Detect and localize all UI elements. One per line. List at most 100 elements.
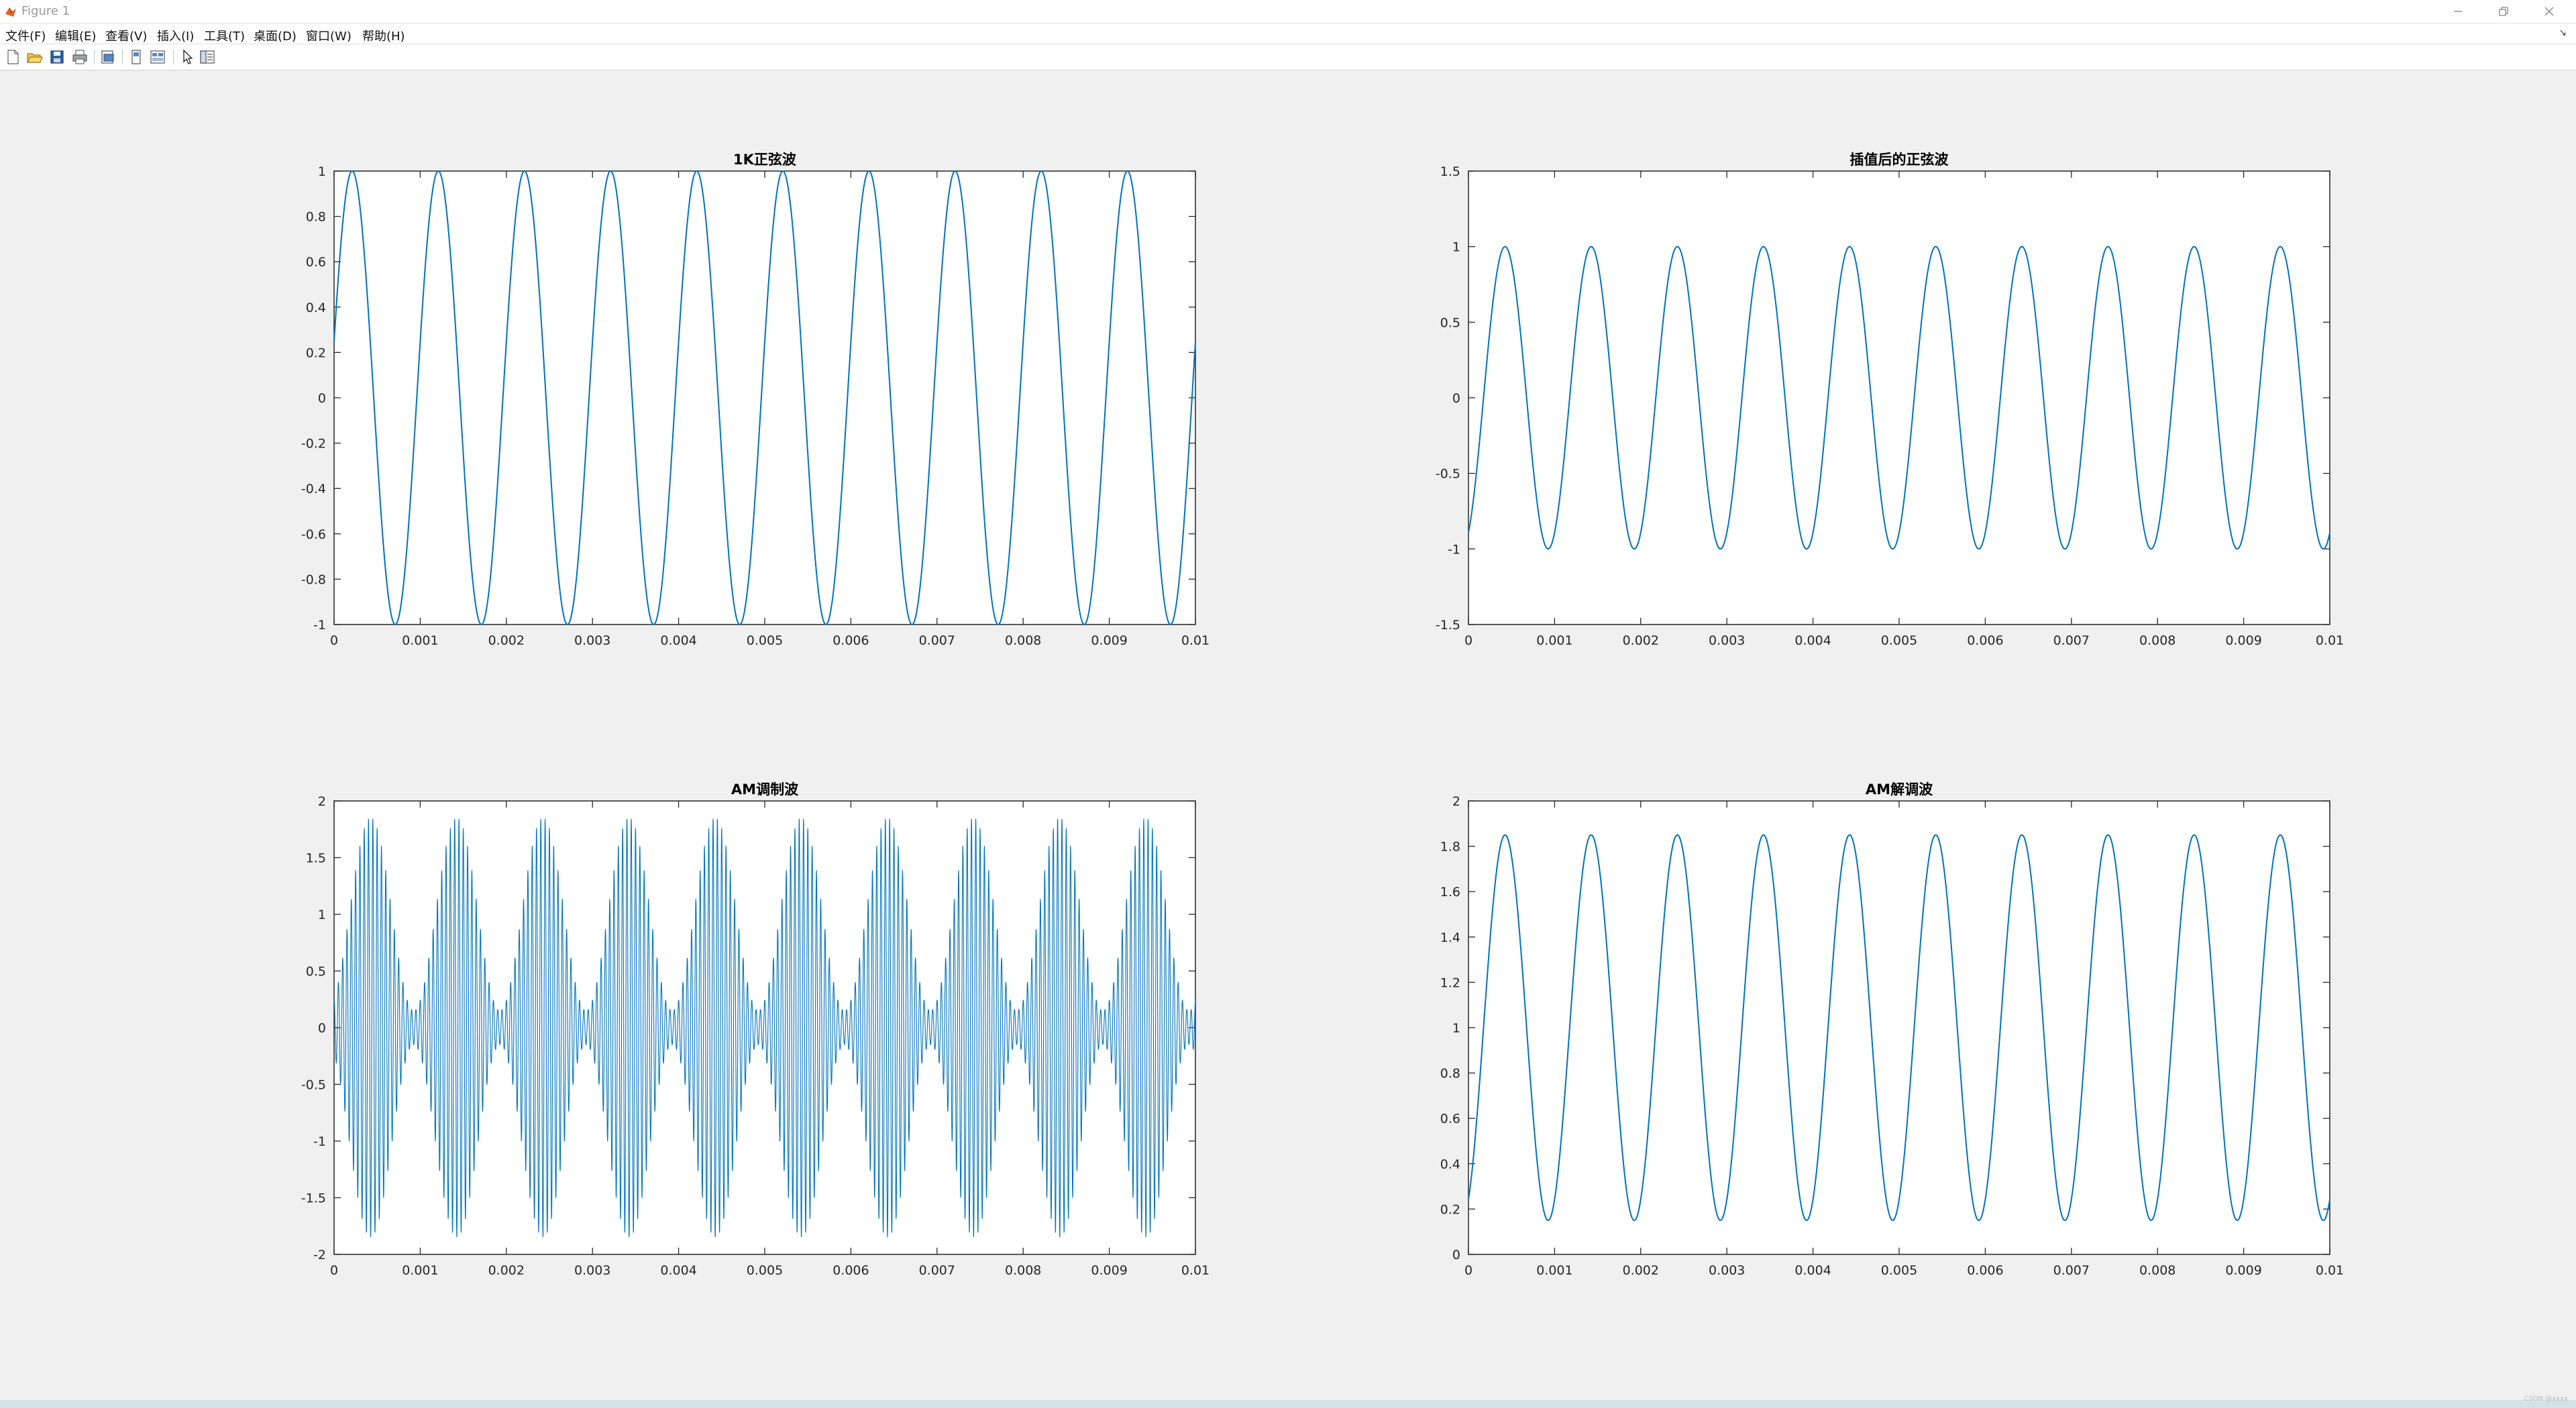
y-tick-label: -1 [1448,542,1460,557]
menu-tools[interactable]: 工具(T) [204,27,245,44]
y-tick-label: 0.8 [306,210,326,225]
menu-help[interactable]: 帮助(H) [362,27,405,44]
dock-arrow-icon[interactable]: ↘ [2559,28,2567,38]
y-tick-label: 1 [1452,1021,1460,1036]
toolbar-separator [122,50,123,64]
axes-title: 插值后的正弦波 [1850,152,1949,168]
x-tick-label: 0.005 [747,1263,783,1278]
x-tick-label: 0.009 [2225,633,2261,648]
open-property-inspector-icon[interactable] [199,48,216,66]
property-editor-icon[interactable] [149,48,166,66]
print-preview-icon[interactable] [99,48,117,66]
y-tick-label: 0.4 [306,301,326,315]
plot-area [1468,800,2330,1255]
x-tick-label: 0.008 [1005,633,1041,648]
x-tick-label: 0.006 [833,1263,869,1278]
watermark: CSDN @xxxx [2524,1395,2568,1403]
restore-button[interactable] [2481,0,2526,23]
x-tick-label: 0.001 [1536,1263,1572,1278]
x-tick-label: 0.002 [488,633,525,648]
x-tick-label: 0 [330,633,338,648]
save-icon[interactable] [48,48,66,66]
plot-area [333,800,1196,1255]
x-tick-label: 0.01 [1181,1263,1210,1278]
open-file-icon[interactable] [25,48,43,66]
y-tick-label: 1.5 [306,851,326,866]
x-tick-label: 0.001 [402,1263,438,1278]
x-tick-label: 0.005 [1881,1263,1917,1278]
y-tick-label: -1.5 [1436,618,1460,633]
y-tick-label: -2 [313,1248,326,1262]
close-button[interactable] [2526,0,2572,23]
y-tick-label: 1 [318,164,326,179]
y-tick-label: 0.2 [306,345,326,360]
menu-window[interactable]: 窗口(W) [306,27,352,44]
edit-plot-pointer-icon[interactable] [178,48,196,66]
x-tick-label: 0 [1464,1263,1472,1278]
y-tick-label: -0.4 [301,482,326,496]
plot-area [333,170,1196,625]
y-tick-label: 0.2 [1440,1202,1460,1217]
y-tick-label: 1 [318,908,326,922]
x-tick-label: 0.01 [2316,1263,2344,1278]
axes-1[interactable]: 1K正弦波 0 0.001 0.002 0.003 0.004 0.005 0.006 0.00… [301,152,1210,648]
y-tick-label: 1.8 [1440,840,1460,855]
y-tick-label: 0.8 [1440,1067,1460,1081]
axes-2[interactable]: 插值后的正弦波 0 0.001 0.002 0.003 0.004 0.005 0.006 0.… [1436,152,2344,648]
y-tick-label: -0.5 [1436,467,1460,482]
x-tick-label: 0.005 [747,633,783,648]
y-tick-label: -1 [313,1134,326,1149]
x-tick-label: 0.007 [2053,1263,2090,1278]
x-tick-label: 0.01 [2316,633,2344,648]
hide-toolbar-icon[interactable] [127,48,145,66]
axes-title: AM解调波 [1866,781,1933,798]
figure-canvas: 1K正弦波 0 0.001 0.002 0.003 0.004 0.005 0.006 0.00… [301,152,2344,1278]
x-tick-label: 0.003 [574,633,610,648]
title-bar: Figure 1 [0,0,2576,23]
x-tick-label: 0.001 [402,633,438,648]
y-tick-label: 0.6 [1440,1112,1460,1126]
y-tick-label: 0.5 [1440,315,1460,330]
y-tick-label: 1.4 [1440,930,1460,945]
menu-view[interactable]: 查看(V) [105,27,147,44]
new-figure-icon[interactable] [4,48,21,66]
y-tick-label: 0.6 [306,255,326,270]
x-tick-label: 0.009 [2225,1263,2261,1278]
y-tick-label: 1.6 [1440,885,1460,900]
menu-edit[interactable]: 编辑(E) [55,27,96,44]
x-tick-label: 0.006 [1967,633,2003,648]
y-tick-label: 0.4 [1440,1157,1460,1172]
y-tick-label: -0.6 [301,527,326,542]
menu-file[interactable]: 文件(F) [5,27,46,44]
x-tick-label: 0.002 [1623,1263,1659,1278]
y-tick-label: 0 [318,391,326,406]
status-strip [0,1400,2576,1408]
menu-desktop[interactable]: 桌面(D) [254,27,297,44]
axes-3[interactable]: AM调制波 0 0.001 0.002 0.003 0.004 0.005 0.006 0.00… [301,781,1210,1278]
y-tick-label: 2 [1452,794,1460,809]
y-tick-label: 2 [318,794,326,809]
x-tick-label: 0.004 [1794,1263,1831,1278]
y-tick-label: 1 [1452,240,1460,255]
y-tick-label: 1.5 [1440,164,1460,179]
x-tick-label: 0 [1464,633,1472,648]
axes-4[interactable]: AM解调波 0 0.001 0.002 0.003 0.004 0.005 0.006 0.00… [1440,781,2344,1278]
window-title: Figure 1 [21,4,70,18]
y-tick-label: 0 [318,1021,326,1036]
figure-toolbar [0,44,2576,70]
menu-bar: 文件(F) 编辑(E) 查看(V) 插入(I) 工具(T) 桌面(D) 窗口(W… [0,23,2576,44]
x-tick-label: 0.007 [2053,633,2090,648]
axes-title: 1K正弦波 [733,152,797,168]
minimize-button[interactable] [2435,0,2481,23]
menu-insert[interactable]: 插入(I) [157,27,194,44]
x-tick-label: 0.003 [574,1263,610,1278]
x-tick-label: 0.003 [1709,633,1745,648]
x-tick-label: 0.008 [1005,1263,1041,1278]
matlab-logo-icon [5,7,16,17]
y-tick-label: 0 [1452,1248,1460,1262]
print-icon[interactable] [71,48,89,66]
x-tick-label: 0.007 [919,1263,955,1278]
x-tick-label: 0.008 [2139,1263,2176,1278]
x-tick-label: 0.006 [833,633,869,648]
toolbar-separator [94,50,95,64]
